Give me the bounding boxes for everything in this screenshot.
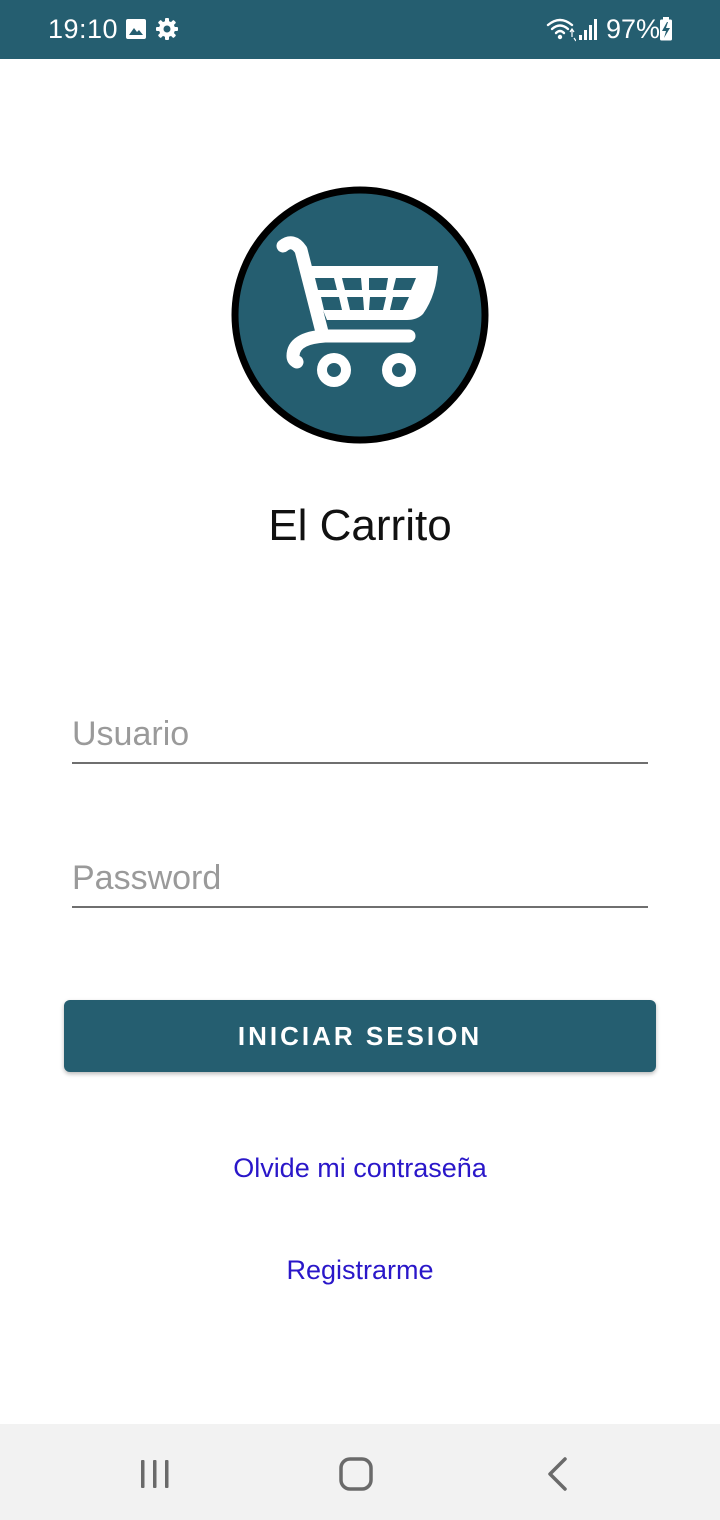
status-bar: 19:10 97% bbox=[0, 0, 720, 59]
password-field bbox=[72, 846, 648, 908]
username-field bbox=[72, 702, 648, 764]
navigation-bar bbox=[0, 1424, 720, 1520]
username-input[interactable] bbox=[72, 712, 648, 756]
home-icon[interactable] bbox=[338, 1456, 374, 1492]
login-button[interactable]: INICIAR SESION bbox=[64, 1000, 656, 1072]
wifi-icon bbox=[546, 18, 576, 42]
password-input[interactable] bbox=[72, 856, 648, 900]
forgot-password-link[interactable]: Olvide mi contraseña bbox=[0, 1151, 720, 1185]
gear-icon bbox=[156, 18, 178, 40]
signal-icon bbox=[579, 19, 597, 40]
back-icon[interactable] bbox=[544, 1456, 570, 1492]
image-icon bbox=[126, 19, 146, 39]
register-link[interactable]: Registrarme bbox=[0, 1253, 720, 1287]
recent-apps-icon[interactable] bbox=[138, 1458, 172, 1490]
login-screen: 19:10 97% El Carrito Usuario INICIAR SES… bbox=[0, 0, 720, 1520]
battery-charging-icon bbox=[660, 17, 672, 41]
cart-logo bbox=[231, 186, 489, 444]
status-time: 19:10 bbox=[48, 14, 119, 44]
battery-percentage: 97% bbox=[606, 14, 661, 44]
app-title: El Carrito bbox=[268, 501, 452, 550]
